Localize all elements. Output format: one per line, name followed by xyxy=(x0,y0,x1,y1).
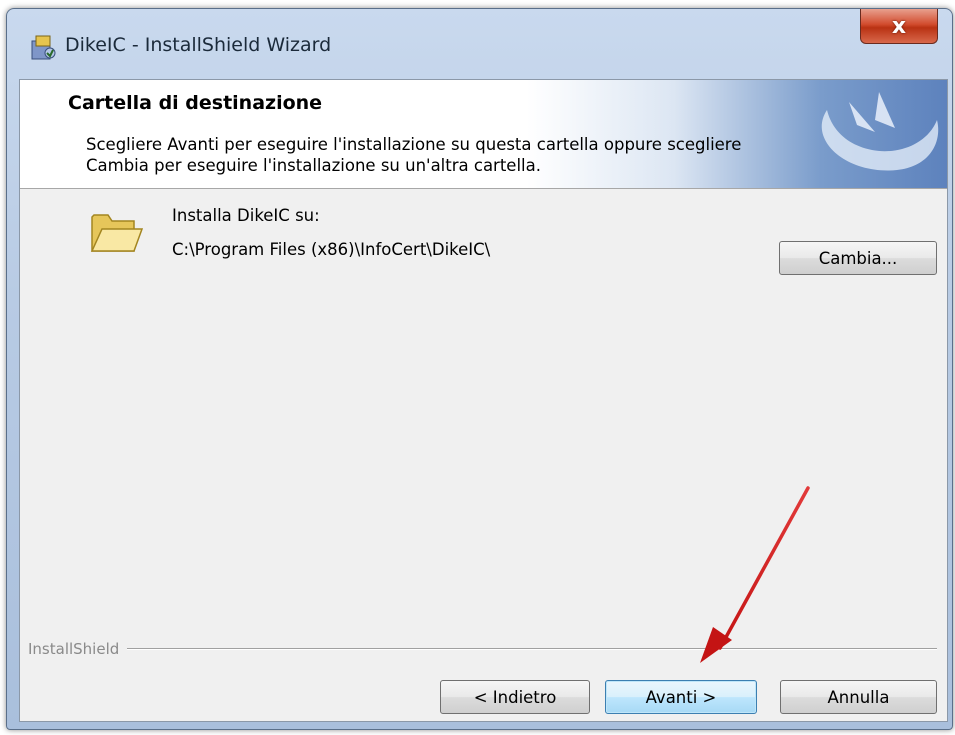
wizard-client-area: Cartella di destinazione Scegliere Avant… xyxy=(19,79,948,722)
back-button[interactable]: < Indietro xyxy=(440,680,590,714)
installshield-divider: InstallShield xyxy=(28,639,937,659)
cancel-button[interactable]: Annulla xyxy=(780,680,937,714)
next-button[interactable]: Avanti > xyxy=(605,680,757,714)
installer-app-icon xyxy=(31,35,56,60)
wizard-header: Cartella di destinazione Scegliere Avant… xyxy=(20,80,947,189)
change-folder-button[interactable]: Cambia... xyxy=(779,241,937,275)
close-icon: x xyxy=(891,13,907,39)
title-bar[interactable]: DikeIC - InstallShield Wizard x xyxy=(7,9,952,79)
install-destination-label: Installa DikeIC su: xyxy=(172,206,320,225)
close-button[interactable]: x xyxy=(860,9,938,44)
install-path: C:\Program Files (x86)\InfoCert\DikeIC\ xyxy=(172,240,491,259)
divider-line xyxy=(127,648,937,650)
window-title: DikeIC - InstallShield Wizard xyxy=(65,34,332,56)
folder-icon xyxy=(90,214,144,252)
installer-window: DikeIC - InstallShield Wizard x Cartella… xyxy=(6,8,953,730)
page-title: Cartella di destinazione xyxy=(68,92,323,114)
page-description: Scegliere Avanti per eseguire l'installa… xyxy=(86,135,742,175)
wizard-body: Installa DikeIC su: C:\Program Files (x8… xyxy=(20,189,947,721)
brand-label: InstallShield xyxy=(28,640,120,658)
